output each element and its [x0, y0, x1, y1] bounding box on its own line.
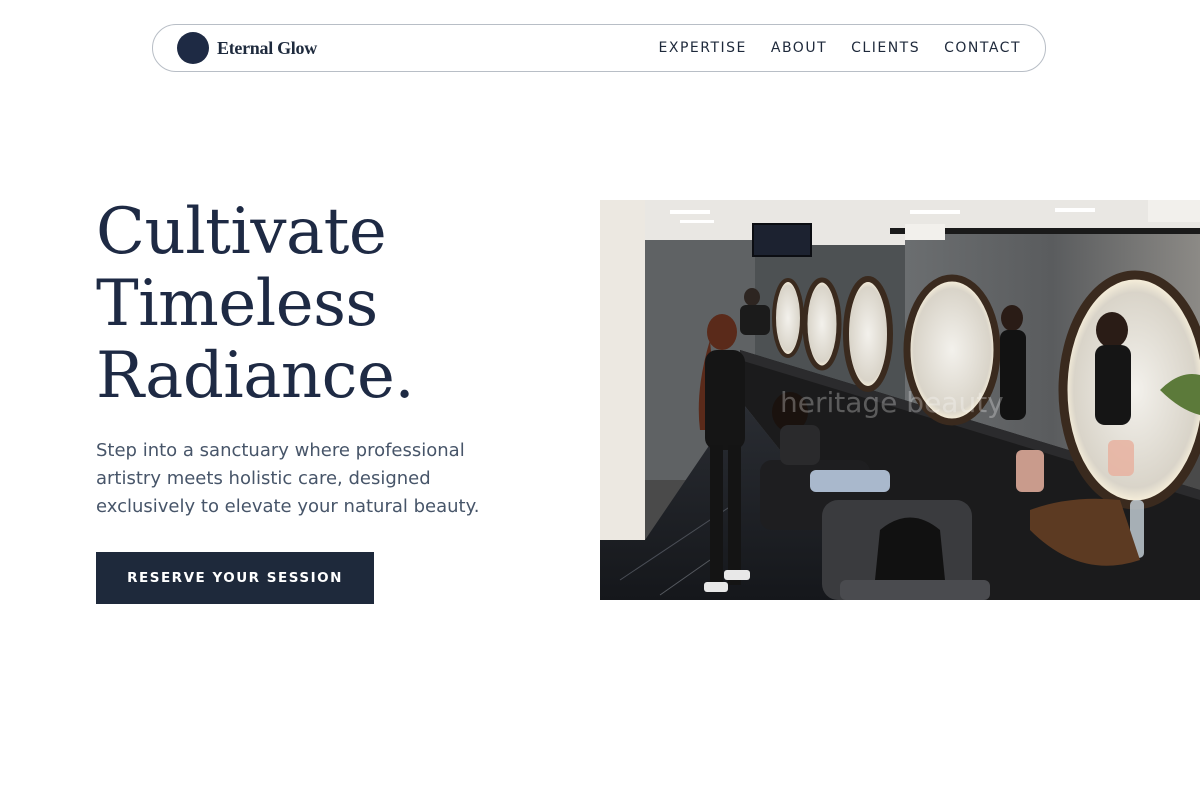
hero-title-line: Radiance. [96, 339, 415, 413]
hero-title-line: Timeless [96, 267, 378, 341]
brand-logo-icon [177, 32, 209, 64]
nav-links: EXPERTISE ABOUT CLIENTS CONTACT [659, 40, 1021, 56]
hero-subtitle: Step into a sanctuary where professional… [96, 440, 480, 517]
reserve-session-button[interactable]: RESERVE YOUR SESSION [96, 552, 374, 604]
salon-illustration: heritage beauty [600, 200, 1200, 600]
nav-link-about[interactable]: ABOUT [771, 40, 827, 56]
hero-title: Cultivate Timeless Radiance. [96, 195, 415, 413]
nav-link-expertise[interactable]: EXPERTISE [659, 40, 747, 56]
brand-name: Eternal Glow [217, 37, 317, 58]
image-watermark: heritage beauty [780, 386, 1004, 419]
top-nav: Eternal Glow EXPERTISE ABOUT CLIENTS CON… [152, 24, 1046, 72]
nav-link-contact[interactable]: CONTACT [944, 40, 1021, 56]
nav-link-clients[interactable]: CLIENTS [851, 40, 920, 56]
hero-title-line: Cultivate [96, 195, 387, 269]
brand-logo[interactable]: Eternal Glow [177, 32, 317, 64]
hero-salon-image: heritage beauty [600, 200, 1200, 600]
